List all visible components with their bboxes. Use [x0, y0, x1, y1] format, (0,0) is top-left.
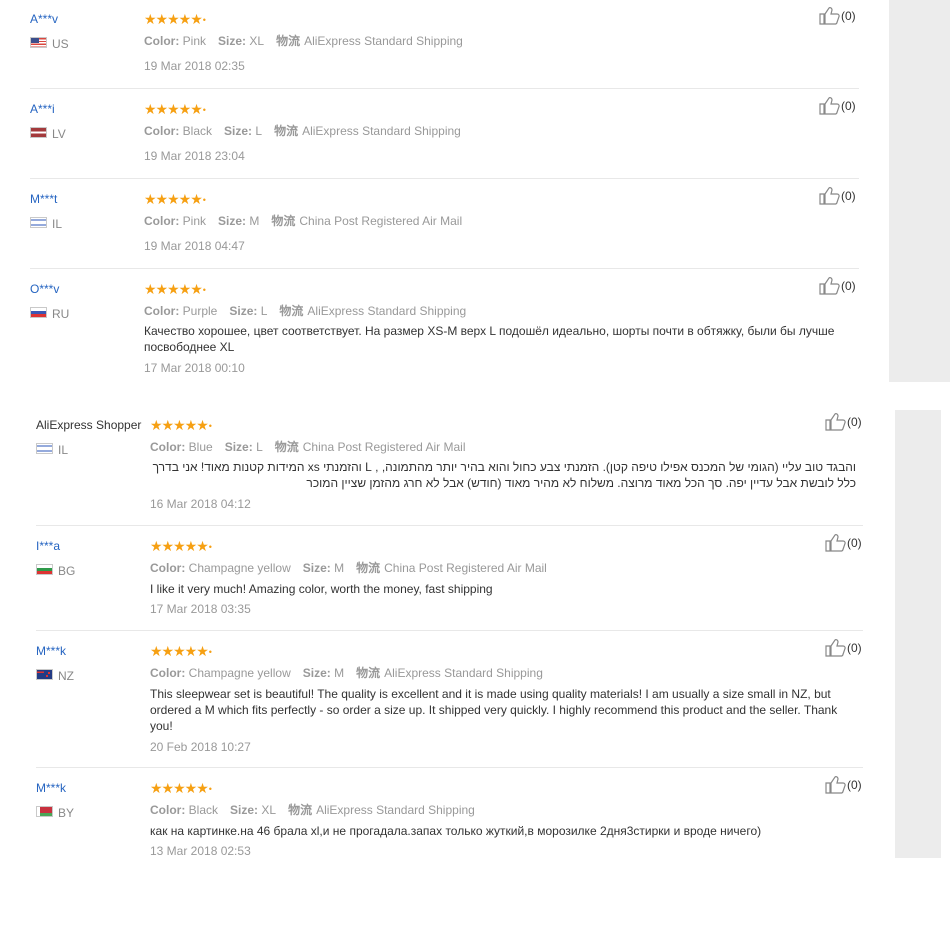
sidebar-1	[889, 0, 950, 382]
reviewer-country: US	[30, 36, 69, 51]
review-item: M***k NZ ★★★★★• Color: Champagne yellow S…	[36, 639, 863, 768]
order-attributes: Color: Black Size: XL 物流 AliExpress Standar…	[150, 803, 475, 817]
helpful-button[interactable]: (0)	[819, 96, 856, 116]
reviewer-name[interactable]: I***a	[36, 539, 60, 553]
reviewer-name[interactable]: M***k	[36, 644, 66, 658]
reviewer-country: IL	[36, 442, 68, 457]
ru-flag-icon	[30, 307, 47, 318]
rating-stars: ★★★★★•	[150, 538, 212, 554]
nz-flag-icon	[36, 669, 53, 680]
reviewer-country: BG	[36, 563, 75, 578]
reviewer-name[interactable]: M***t	[30, 192, 57, 206]
rating-stars: ★★★★★•	[150, 643, 212, 659]
review-date: 19 Mar 2018 23:04	[144, 149, 245, 163]
review-date: 17 Mar 2018 03:35	[150, 602, 251, 616]
review-item: I***a BG ★★★★★• Color: Champagne yellow S…	[36, 534, 863, 631]
reviews-panel-1: A***v US ★★★★★• Color: Pink Size: XL 物流 Ali…	[0, 0, 950, 385]
reviewer-name[interactable]: A***v	[30, 12, 58, 26]
review-item: A***i LV ★★★★★• Color: Black Size: L 物流 Ali…	[30, 97, 859, 179]
review-date: 16 Mar 2018 04:12	[150, 497, 251, 511]
reviews-panel-2: AliExpress Shopper IL ★★★★★• Color: Blue…	[0, 410, 950, 860]
reviewer-name[interactable]: M***k	[36, 781, 66, 795]
review-text: Качество хорошее, цвет соответствует. На…	[144, 324, 835, 354]
helpful-button[interactable]: (0)	[825, 533, 862, 553]
helpful-button[interactable]: (0)	[819, 6, 856, 26]
review-date: 13 Mar 2018 02:53	[150, 844, 251, 858]
helpful-button[interactable]: (0)	[819, 276, 856, 296]
by-flag-icon	[36, 806, 53, 817]
review-item: M***k BY ★★★★★• Color: Black Size: XL 物流 Al…	[36, 776, 863, 861]
rating-stars: ★★★★★•	[144, 281, 206, 297]
thumbs-up-icon	[825, 776, 846, 794]
thumbs-up-icon	[825, 413, 846, 431]
il-flag-icon	[36, 443, 53, 454]
thumbs-up-icon	[819, 277, 840, 295]
reviewer-name[interactable]: A***i	[30, 102, 55, 116]
rating-stars: ★★★★★•	[150, 780, 212, 796]
reviewer-name: AliExpress Shopper	[36, 418, 142, 432]
order-attributes: Color: Champagne yellow Size: M 物流 AliExpre…	[150, 666, 543, 680]
rating-stars: ★★★★★•	[144, 101, 206, 117]
rating-stars: ★★★★★•	[144, 11, 206, 27]
thumbs-up-icon	[819, 97, 840, 115]
helpful-button[interactable]: (0)	[825, 775, 862, 795]
rating-stars: ★★★★★•	[144, 191, 206, 207]
reviewer-country: RU	[30, 306, 69, 321]
review-item: M***t IL ★★★★★• Color: Pink Size: M 物流 Chin…	[30, 187, 859, 269]
review-date: 20 Feb 2018 10:27	[150, 740, 251, 754]
helpful-button[interactable]: (0)	[819, 186, 856, 206]
bg-flag-icon	[36, 564, 53, 575]
review-item: A***v US ★★★★★• Color: Pink Size: XL 物流 Ali…	[30, 7, 859, 89]
thumbs-up-icon	[819, 187, 840, 205]
thumbs-up-icon	[819, 7, 840, 25]
lv-flag-icon	[30, 127, 47, 138]
review-text: This sleepwear set is beautiful! The qua…	[150, 687, 838, 733]
reviewer-country: NZ	[36, 668, 74, 683]
order-attributes: Color: Pink Size: XL 物流 AliExpress Standard…	[144, 34, 463, 48]
review-item: AliExpress Shopper IL ★★★★★• Color: Blue…	[36, 413, 863, 526]
reviewer-name[interactable]: O***v	[30, 282, 59, 296]
rating-stars: ★★★★★•	[150, 417, 212, 433]
order-attributes: Color: Black Size: L 物流 AliExpress Standard…	[144, 124, 461, 138]
thumbs-up-icon	[825, 639, 846, 657]
reviewer-country: IL	[30, 216, 62, 231]
us-flag-icon	[30, 37, 47, 48]
review-text: как на картинке.на 46 брала xl,и не прог…	[150, 824, 762, 838]
helpful-button[interactable]: (0)	[825, 638, 862, 658]
review-text: והבגד טוב עליי (הגומי של המכנס אפילו טיפ…	[152, 460, 856, 490]
helpful-button[interactable]: (0)	[825, 412, 862, 432]
review-item: O***v RU ★★★★★• Color: Purple Size: L 物流 Al…	[30, 277, 859, 382]
review-date: 19 Mar 2018 02:35	[144, 59, 245, 73]
reviewer-country: LV	[30, 126, 66, 141]
order-attributes: Color: Pink Size: M 物流 China Post Registere…	[144, 214, 463, 228]
thumbs-up-icon	[825, 534, 846, 552]
order-attributes: Color: Purple Size: L 物流 AliExpress Standar…	[144, 304, 467, 318]
il-flag-icon	[30, 217, 47, 228]
sidebar-2	[895, 410, 941, 858]
order-attributes: Color: Champagne yellow Size: M 物流 China Po…	[150, 561, 547, 575]
reviewer-country: BY	[36, 805, 74, 820]
review-text: I like it very much! Amazing color, wort…	[150, 582, 493, 596]
review-date: 17 Mar 2018 00:10	[144, 361, 245, 375]
review-date: 19 Mar 2018 04:47	[144, 239, 245, 253]
order-attributes: Color: Blue Size: L 物流 China Post Registere…	[150, 440, 466, 454]
